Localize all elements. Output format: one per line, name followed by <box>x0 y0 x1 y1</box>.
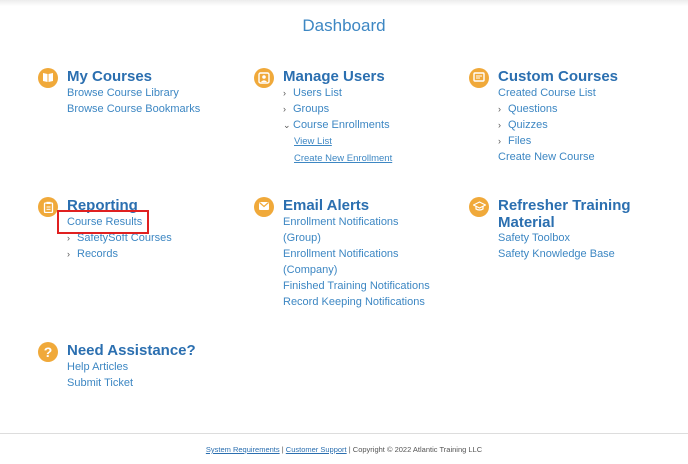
records-link[interactable]: › Records <box>67 246 172 262</box>
chevron-down-icon: ⌄ <box>283 120 291 130</box>
highlight-box <box>57 210 149 234</box>
copyright-text: | Copyright © 2022 Atlantic Training LLC <box>348 445 483 454</box>
view-list-link[interactable]: View List <box>294 136 332 147</box>
chevron-right-icon: › <box>67 249 70 259</box>
chevron-right-icon: › <box>283 88 286 98</box>
custom-courses-heading[interactable]: Custom Courses <box>498 68 618 85</box>
safety-knowledge-base-link[interactable]: Safety Knowledge Base <box>498 246 615 262</box>
enrollment-notifications-group-suffix[interactable]: (Group) <box>283 230 430 246</box>
footer-separator: | <box>281 445 284 454</box>
chevron-right-icon: › <box>283 104 286 114</box>
questions-link[interactable]: › Questions <box>498 101 596 117</box>
quizzes-link[interactable]: › Quizzes <box>498 117 596 133</box>
clipboard-icon <box>38 197 58 217</box>
enrollment-notifications-company-suffix[interactable]: (Company) <box>283 262 430 278</box>
footer: System Requirements | Customer Support |… <box>0 445 688 454</box>
top-bar <box>0 0 688 6</box>
footer-divider <box>0 433 688 434</box>
my-courses-heading[interactable]: My Courses <box>67 68 152 85</box>
submit-ticket-link[interactable]: Submit Ticket <box>67 375 133 391</box>
page-title: Dashboard <box>302 16 386 35</box>
browse-course-bookmarks-link[interactable]: Browse Course Bookmarks <box>67 101 200 117</box>
system-requirements-link[interactable]: System Requirements <box>206 445 280 454</box>
users-list-link[interactable]: › Users List <box>283 85 392 101</box>
email-alerts-heading[interactable]: Email Alerts <box>283 197 369 214</box>
enrollment-notifications-company-link[interactable]: Enrollment Notifications <box>283 246 430 262</box>
finished-training-notifications-link[interactable]: Finished Training Notifications <box>283 278 430 294</box>
refresher-training-heading[interactable]: Refresher Training Material <box>498 197 631 231</box>
browse-course-library-link[interactable]: Browse Course Library <box>67 85 200 101</box>
need-assistance-heading[interactable]: Need Assistance? <box>67 342 196 359</box>
create-new-enrollment-link[interactable]: Create New Enrollment <box>294 153 392 164</box>
chevron-right-icon: › <box>498 136 501 146</box>
created-course-list-link[interactable]: Created Course List <box>498 85 596 101</box>
book-icon <box>38 68 58 88</box>
customer-support-link[interactable]: Customer Support <box>286 445 347 454</box>
create-new-course-link[interactable]: Create New Course <box>498 149 596 165</box>
safety-toolbox-link[interactable]: Safety Toolbox <box>498 230 615 246</box>
help-articles-link[interactable]: Help Articles <box>67 359 133 375</box>
record-keeping-notifications-link[interactable]: Record Keeping Notifications <box>283 294 430 310</box>
certificate-icon <box>469 68 489 88</box>
chevron-right-icon: › <box>498 120 501 130</box>
graduation-cap-icon <box>469 197 489 217</box>
groups-link[interactable]: › Groups <box>283 101 392 117</box>
files-link[interactable]: › Files <box>498 133 596 149</box>
envelope-icon <box>254 197 274 217</box>
enrollment-notifications-group-link[interactable]: Enrollment Notifications <box>283 214 430 230</box>
user-icon <box>254 68 274 88</box>
chevron-right-icon: › <box>498 104 501 114</box>
course-enrollments-link[interactable]: ⌄ Course Enrollments <box>283 117 392 133</box>
manage-users-heading[interactable]: Manage Users <box>283 68 385 85</box>
question-mark-icon: ? <box>38 342 58 362</box>
